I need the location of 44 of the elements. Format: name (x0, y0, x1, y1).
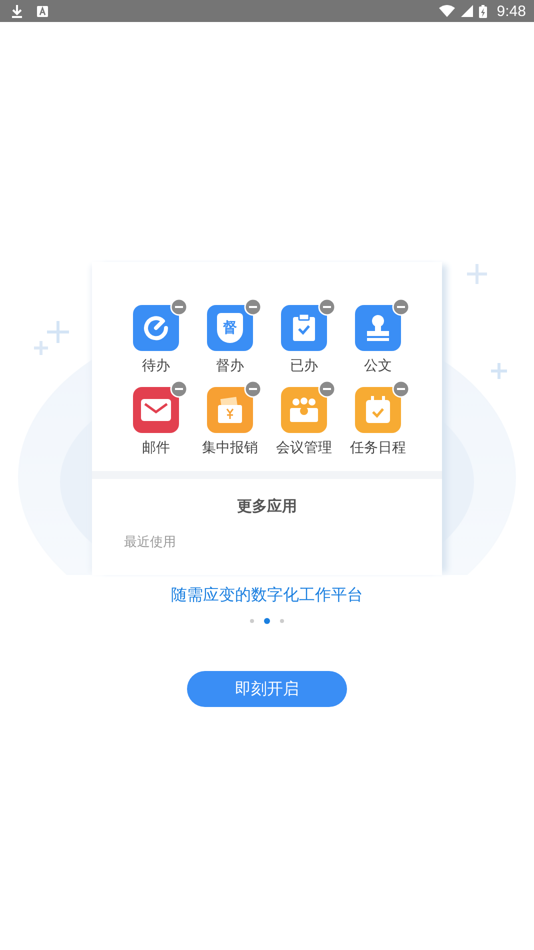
app-icon[interactable] (281, 387, 327, 433)
plus-icon (465, 262, 489, 286)
plus-icon (490, 362, 508, 380)
remove-icon[interactable] (318, 298, 336, 316)
app-icon[interactable] (281, 305, 327, 351)
wallet-icon (217, 396, 243, 424)
people-icon (289, 397, 319, 423)
app-label: 任务日程 (350, 439, 406, 457)
remove-icon[interactable] (244, 298, 262, 316)
app-label: 公文 (364, 357, 392, 375)
app-icon[interactable] (133, 305, 179, 351)
app-label: 待办 (142, 357, 170, 375)
app-icon[interactable] (207, 387, 253, 433)
app-label: 已办 (290, 357, 318, 375)
app-icon[interactable] (355, 387, 401, 433)
app-icon[interactable] (133, 387, 179, 433)
wifi-icon (438, 5, 455, 17)
tagline: 随需应变的数字化工作平台 (171, 585, 363, 606)
timer-icon (143, 315, 169, 341)
app-label: 会议管理 (276, 439, 332, 457)
clock: 9:48 (496, 2, 526, 20)
start-button[interactable]: 即刻开启 (187, 671, 347, 707)
signal-icon (460, 5, 473, 17)
remove-icon[interactable] (170, 380, 188, 398)
remove-icon[interactable] (318, 380, 336, 398)
remove-icon[interactable] (392, 380, 410, 398)
clipboard-icon (292, 314, 316, 342)
section-label: 最近使用 (124, 534, 177, 551)
app-icon[interactable] (355, 305, 401, 351)
remove-icon[interactable] (170, 298, 188, 316)
download-icon (11, 4, 23, 18)
stamp-icon (365, 314, 391, 342)
calendar-icon (365, 396, 391, 424)
remove-icon[interactable] (392, 298, 410, 316)
section-title: 更多应用 (237, 497, 297, 516)
app-label: 督办 (216, 357, 244, 375)
app-label: 集中报销 (202, 439, 258, 457)
mail-icon (141, 399, 171, 421)
icon-label: 督 (223, 321, 237, 335)
app-icon[interactable]: 督 (207, 305, 253, 351)
app-label: 邮件 (142, 439, 170, 457)
battery-icon (478, 4, 487, 18)
remove-icon[interactable] (244, 380, 262, 398)
keyboard-icon (37, 6, 48, 16)
